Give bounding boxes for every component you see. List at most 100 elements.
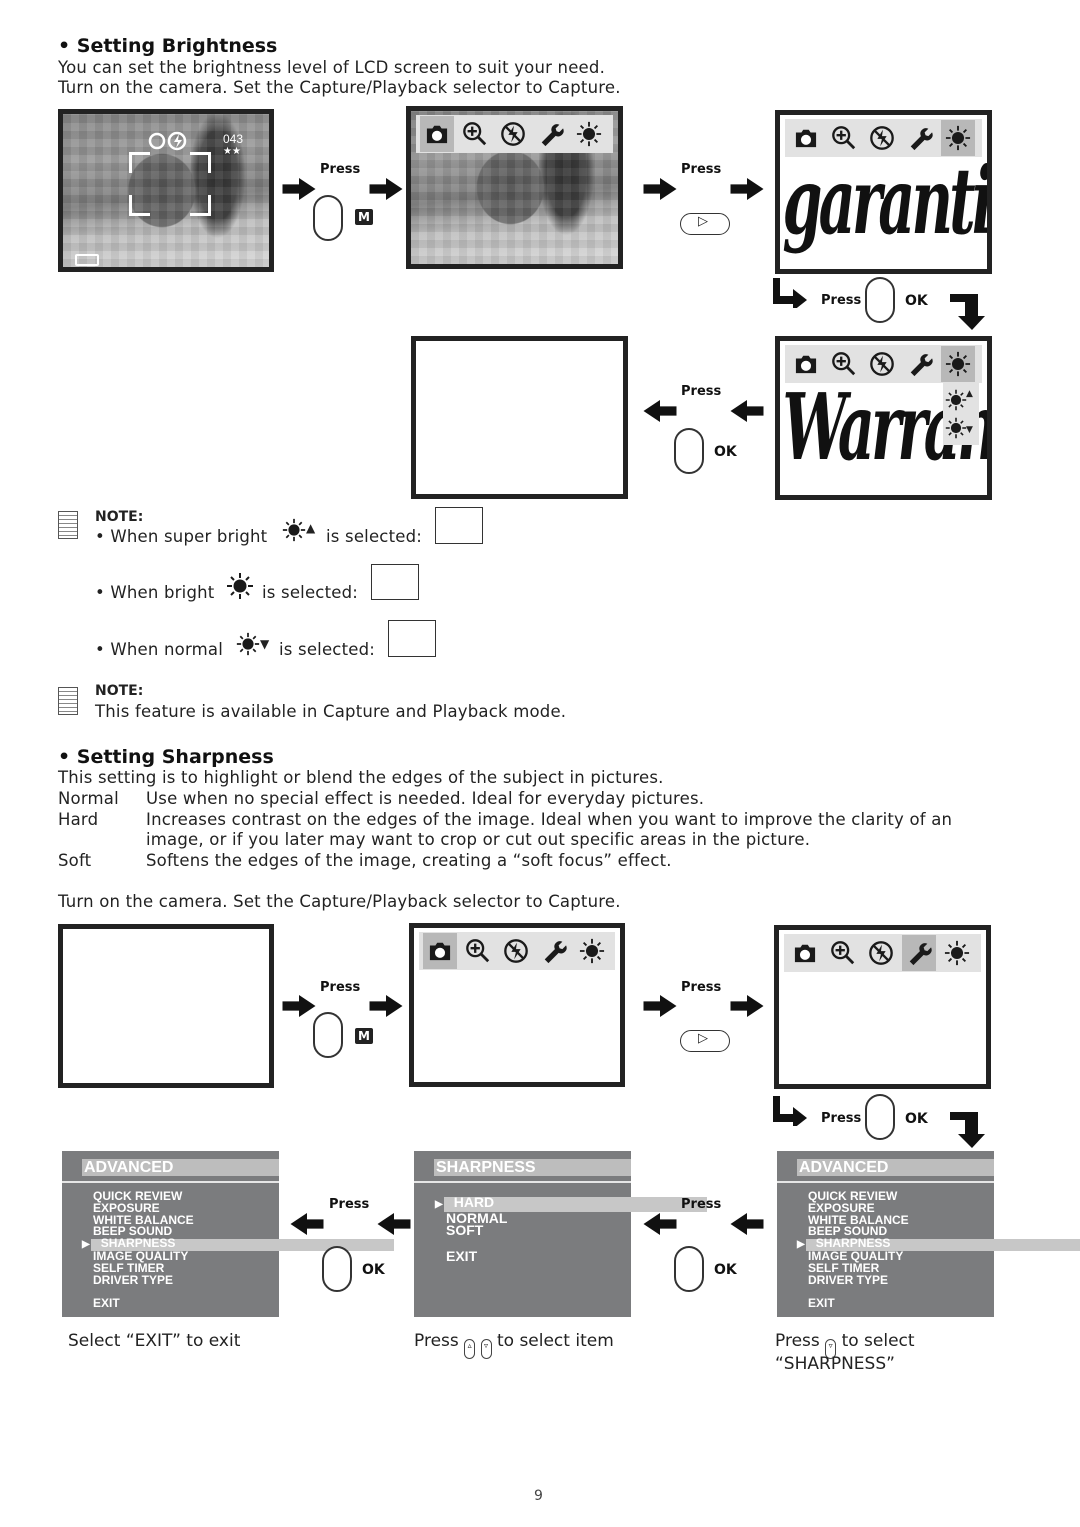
ok-label: OK xyxy=(714,444,737,460)
menu-item[interactable]: SOFT xyxy=(446,1223,507,1237)
note-line-super-bright: • When super bright xyxy=(95,527,268,546)
ok-label: OK xyxy=(714,1262,737,1278)
wrench-icon[interactable] xyxy=(903,120,937,156)
playback-button[interactable]: ▷ xyxy=(680,1030,730,1052)
playback-button[interactable]: ▷ xyxy=(680,213,730,235)
def-desc: Softens the edges of the image, creating… xyxy=(146,851,672,870)
menu-exit[interactable]: EXIT xyxy=(808,1297,909,1310)
arrow-left-icon xyxy=(643,400,677,422)
arrow-left-icon xyxy=(730,1213,764,1235)
arrow-left-icon xyxy=(730,400,764,422)
def-term: Hard xyxy=(58,810,99,829)
normal-sample xyxy=(388,620,436,657)
m-badge: M xyxy=(355,1028,373,1044)
ok-label: OK xyxy=(905,1111,928,1127)
flash-off-icon[interactable] xyxy=(499,933,533,969)
menu-exit[interactable]: EXIT xyxy=(446,1249,507,1263)
wrench-icon[interactable] xyxy=(903,346,937,382)
sun-icon[interactable] xyxy=(941,120,975,156)
wrench-icon[interactable] xyxy=(537,933,571,969)
ok-button[interactable] xyxy=(865,1094,895,1140)
menu-icon-bar xyxy=(785,119,982,157)
zoom-icon[interactable] xyxy=(827,120,861,156)
arrow-turn-right-icon xyxy=(773,278,807,308)
note-line-suffix: is selected: xyxy=(279,640,376,659)
super-bright-option[interactable]: ▲ xyxy=(945,389,973,415)
play-icon: ▷ xyxy=(698,214,708,229)
m-badge: M xyxy=(355,209,373,225)
flash-off-icon[interactable] xyxy=(865,346,899,382)
ok-button[interactable] xyxy=(674,428,704,474)
timer-flash-icons xyxy=(148,131,187,151)
wrench-icon[interactable] xyxy=(534,116,568,152)
up-button-icon: ▵ xyxy=(464,1339,476,1359)
sun-icon[interactable] xyxy=(941,346,975,382)
caption-exit: Select “EXIT” to exit xyxy=(68,1331,241,1351)
note-line-bright: • When bright xyxy=(95,583,215,602)
press-label: Press xyxy=(681,1197,722,1212)
ok-button[interactable] xyxy=(865,277,895,323)
zoom-icon[interactable] xyxy=(827,346,861,382)
arrow-right-icon xyxy=(282,995,316,1017)
flash-off-icon[interactable] xyxy=(496,116,530,152)
camera-icon[interactable] xyxy=(423,933,457,969)
press-label: Press xyxy=(681,162,722,177)
ok-button[interactable] xyxy=(322,1246,352,1292)
arrow-right-icon xyxy=(643,995,677,1017)
menu-title: SHARPNESS xyxy=(434,1159,631,1176)
sun-icon[interactable] xyxy=(575,933,609,969)
sharpness-instruction: Turn on the camera. Set the Capture/Play… xyxy=(58,892,621,911)
arrow-left-icon xyxy=(377,1213,411,1235)
menu-title: ADVANCED xyxy=(82,1159,279,1176)
pointer-icon: ▶ xyxy=(435,1199,443,1210)
flash-off-icon[interactable] xyxy=(865,120,899,156)
advanced-menu-select: ADVANCED QUICK REVIEW EXPOSURE WHITE BAL… xyxy=(777,1151,1080,1317)
camera-icon[interactable] xyxy=(788,935,822,971)
sun-up-icon xyxy=(945,389,967,411)
lcd-brightness-selected: garantie xyxy=(775,110,992,274)
menu-button[interactable] xyxy=(313,195,343,241)
caption-sharpness-quote: “SHARPNESS” xyxy=(775,1354,895,1374)
camera-icon[interactable] xyxy=(789,346,823,382)
note-line-normal: • When normal xyxy=(95,640,224,659)
menu-item[interactable]: DRIVER TYPE xyxy=(93,1274,194,1287)
note-icon xyxy=(58,511,78,539)
press-label: Press xyxy=(821,1111,862,1126)
zoom-icon[interactable] xyxy=(458,116,492,152)
brightness-intro: You can set the brightness level of LCD … xyxy=(58,58,606,77)
ok-label: OK xyxy=(362,1262,385,1278)
press-label: Press xyxy=(821,293,862,308)
up-triangle-icon: ▲ xyxy=(306,521,316,535)
down-triangle-icon: ▼ xyxy=(260,637,270,651)
advanced-menu-exit: ADVANCED QUICK REVIEW EXPOSURE WHITE BAL… xyxy=(62,1151,393,1317)
lcd-menu-wrench xyxy=(774,925,991,1089)
note-label: NOTE: xyxy=(95,683,144,699)
shot-count: 043 xyxy=(223,132,244,146)
wrench-icon[interactable] xyxy=(902,935,936,971)
camera-icon[interactable] xyxy=(420,116,454,152)
lcd-script-text: garantie xyxy=(782,147,990,255)
menu-exit[interactable]: EXIT xyxy=(93,1297,194,1310)
menu-button[interactable] xyxy=(313,1012,343,1058)
sun-icon[interactable] xyxy=(940,935,974,971)
normal-bright-option[interactable]: ▼ xyxy=(945,417,973,443)
sun-icon[interactable] xyxy=(572,116,606,152)
lcd-menu-photo xyxy=(406,106,623,269)
menu-item[interactable]: DRIVER TYPE xyxy=(808,1274,909,1287)
lcd-brightness-submenu: Warranty ▲ ▼ xyxy=(775,336,992,500)
note-line-suffix: is selected: xyxy=(326,527,423,546)
def-desc: Increases contrast on the edges of the i… xyxy=(146,810,953,829)
press-label: Press xyxy=(681,384,722,399)
note-icon xyxy=(58,687,78,715)
zoom-icon[interactable] xyxy=(461,933,495,969)
menu-icon-bar xyxy=(785,345,982,383)
arrow-right-icon xyxy=(643,178,677,200)
ok-button[interactable] xyxy=(674,1246,704,1292)
zoom-icon[interactable] xyxy=(826,935,860,971)
camera-icon[interactable] xyxy=(789,120,823,156)
focus-frame xyxy=(129,152,211,216)
sun-down-icon xyxy=(945,417,967,439)
flash-off-icon[interactable] xyxy=(864,935,898,971)
sharpness-menu: SHARPNESS ▶ HARD NORMAL SOFT EXIT xyxy=(414,1151,710,1317)
brightness-heading: • Setting Brightness xyxy=(58,35,278,57)
